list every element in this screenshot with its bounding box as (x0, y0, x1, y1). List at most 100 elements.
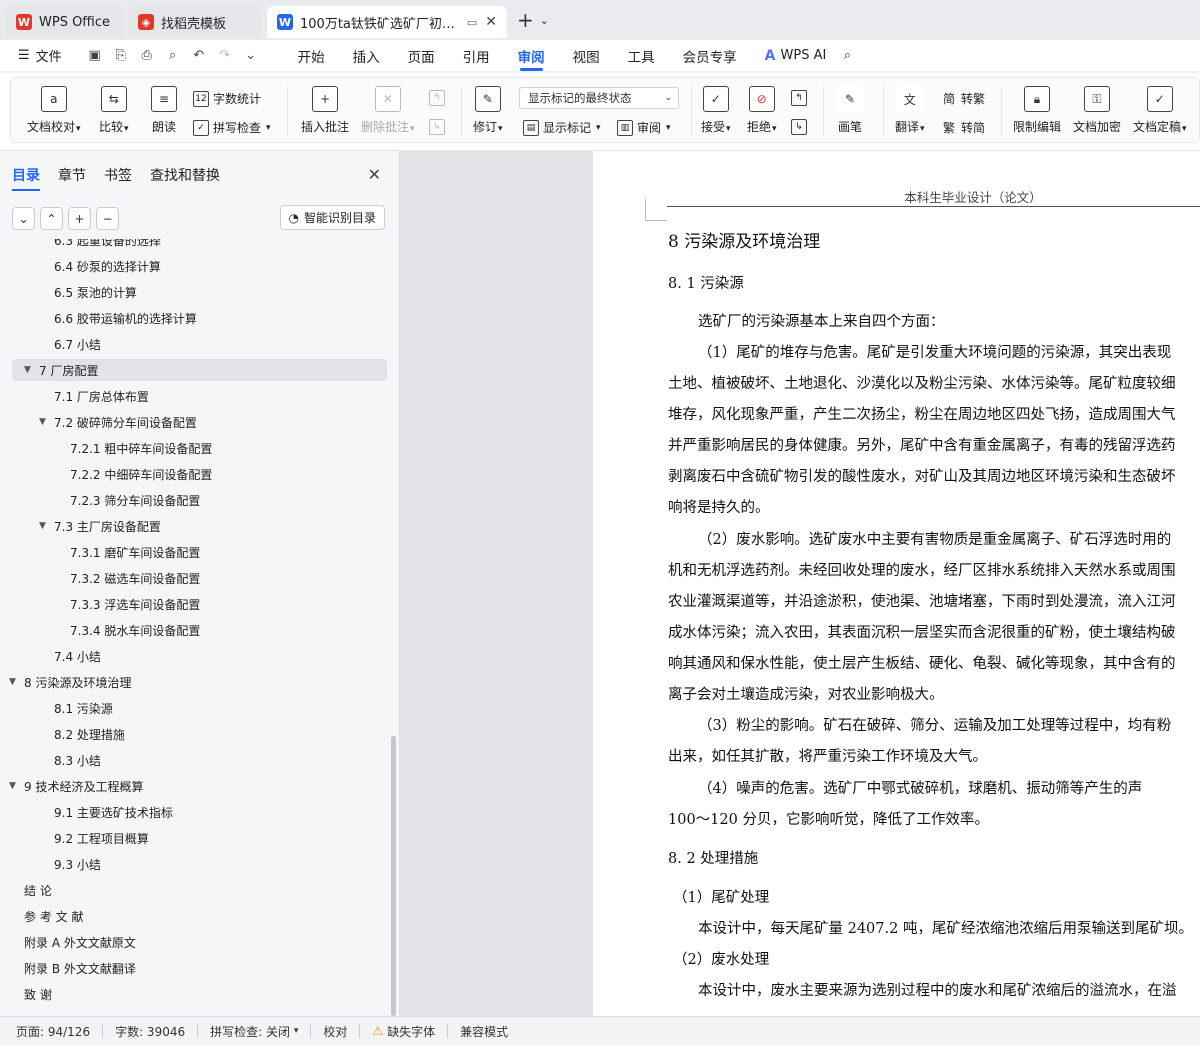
expand-triangle-icon[interactable]: ▼ (9, 677, 18, 687)
toc-item[interactable]: 8.3 小结 (0, 749, 101, 771)
smart-toc-button[interactable]: ◔ 智能识别目录 (279, 205, 385, 230)
restrict-edit-button[interactable]: 🔒︎ 限制编辑 (1013, 86, 1061, 135)
wps-ai-button[interactable]: A WPS AI (765, 48, 827, 64)
toc-item[interactable]: 8.1 污染源 (0, 697, 113, 719)
toc-item[interactable]: 9.1 主要选矿技术指标 (0, 801, 173, 823)
remove-heading-icon[interactable]: − (96, 207, 119, 230)
toc-item[interactable]: 7.3.4 脱水车间设备配置 (0, 619, 200, 641)
save-icon[interactable]: ▣ (82, 45, 108, 67)
toc-item[interactable]: 7.3.3 浮选车间设备配置 (0, 593, 200, 615)
nav-tab-find-replace[interactable]: 查找和替换 (150, 165, 220, 191)
file-menu[interactable]: ☰ 文件 (18, 46, 62, 65)
delete-comment-button[interactable]: ✕ 删除批注▾ (361, 86, 415, 135)
insert-comment-button[interactable]: + 插入批注 (301, 86, 349, 135)
print-preview-icon[interactable]: ⌕ (160, 45, 186, 67)
toc-item[interactable]: 附录 A 外文文献原文 (0, 931, 136, 953)
toc-item[interactable]: 致 谢 (0, 983, 52, 1005)
close-tab-icon[interactable]: ✕ (485, 14, 497, 30)
toc-item[interactable]: 6.7 小结 (0, 333, 101, 355)
menu-insert[interactable]: 插入 (353, 40, 380, 72)
translate-button[interactable]: 文 翻译▾ (895, 86, 925, 135)
toc-item[interactable]: ▼ 7.3 主厂房设备配置 (0, 515, 161, 537)
toc-item[interactable]: 6.3 起重设备的选择 (0, 239, 161, 251)
next-comment-icon[interactable]: ↳ (429, 119, 445, 135)
toc-item[interactable]: 9.3 小结 (0, 853, 101, 875)
menu-tools[interactable]: 工具 (628, 40, 655, 72)
review-pane-button[interactable]: ▥ 审阅 ▾ (617, 119, 671, 136)
toc-item[interactable]: 7.2.1 粗中碎车间设备配置 (0, 437, 212, 459)
toc-item[interactable]: ▼ 8 污染源及环境治理 (0, 671, 131, 693)
share-icon[interactable]: ⎘ (108, 45, 134, 67)
show-markup-button[interactable]: ▤ 显示标记 ▾ (523, 119, 601, 136)
menu-review[interactable]: 审阅 (518, 40, 545, 72)
redo-icon[interactable]: ↷ (212, 45, 238, 67)
print-icon[interactable]: ⎙ (134, 45, 160, 67)
accept-button[interactable]: ✓ 接受▾ (701, 86, 731, 135)
toc-item[interactable]: 6.4 砂泵的选择计算 (0, 255, 161, 277)
reject-button[interactable]: ⊘ 拒绝▾ (747, 86, 777, 135)
tab-document[interactable]: W 100万ta钛铁矿选矿厂初步设计 ▭ ✕ (267, 6, 507, 38)
expand-triangle-icon[interactable]: ▼ (39, 417, 48, 427)
doc-check-button[interactable]: a 文档校对▾ (27, 86, 81, 135)
toc-item[interactable]: ▼ 7.2 破碎筛分车间设备配置 (0, 411, 197, 433)
track-changes-button[interactable]: ✎ 修订▾ (473, 86, 503, 135)
tab-wps-office[interactable]: W WPS Office (6, 6, 124, 38)
menu-member[interactable]: 会员专享 (683, 40, 737, 72)
to-traditional-button[interactable]: 简 转繁 (941, 90, 985, 107)
prev-comment-icon[interactable]: ↰ (429, 90, 445, 106)
toc-item[interactable]: 8.2 处理措施 (0, 723, 125, 745)
spell-check-button[interactable]: ✓ 拼写检查 ▾ (193, 119, 271, 136)
toc-item[interactable]: 7.4 小结 (0, 645, 101, 667)
next-change-icon[interactable]: ↳ (791, 119, 807, 135)
toc-scrollbar[interactable] (391, 736, 396, 1016)
toc-item[interactable]: ▼ 7 厂房配置 (12, 359, 387, 381)
add-heading-icon[interactable]: + (68, 207, 91, 230)
chevron-down-icon[interactable]: ⌄ (540, 14, 549, 27)
menu-reference[interactable]: 引用 (463, 40, 490, 72)
toc-item[interactable]: 参 考 文 献 (0, 905, 83, 927)
toc-item[interactable]: 6.6 胶带运输机的选择计算 (0, 307, 197, 329)
toc-item[interactable]: 7.2.2 中细碎车间设备配置 (0, 463, 212, 485)
menu-home[interactable]: 开始 (298, 40, 325, 72)
prev-change-icon[interactable]: ↰ (791, 90, 807, 106)
document-page[interactable]: 本科生毕业设计（论文） 8 污染源及环境治理 8. 1 污染源 选矿厂的污染源基本上… (593, 151, 1200, 1016)
new-tab-button[interactable]: + ⌄ (517, 8, 549, 32)
markup-state-select[interactable]: 显示标记的最终状态 ⌄ (519, 87, 679, 109)
compare-button[interactable]: ⇆ 比较▾ (99, 86, 129, 135)
toc-item[interactable]: 7.2.3 筛分车间设备配置 (0, 489, 200, 511)
missing-font-indicator[interactable]: ⚠ 缺失字体 (372, 1023, 435, 1040)
undo-icon[interactable]: ↶ (186, 45, 212, 67)
word-count-button[interactable]: 12 字数统计 (193, 90, 261, 107)
close-pane-icon[interactable]: ✕ (368, 165, 381, 184)
toc-item[interactable]: 附录 B 外文文献翻译 (0, 957, 136, 979)
nav-tab-sections[interactable]: 章节 (58, 165, 86, 191)
doc-encrypt-button[interactable]: ⚿ 文档加密 (1073, 86, 1121, 135)
spell-check-status[interactable]: 拼写检查: 关闭 ▾ (210, 1023, 298, 1040)
nav-tab-toc[interactable]: 目录 (12, 165, 40, 191)
pen-button[interactable]: ✎ 画笔 (837, 86, 863, 135)
doc-finalize-button[interactable]: ✓ 文档定稿▾ (1133, 86, 1187, 135)
toc-item[interactable]: 7.1 厂房总体布置 (0, 385, 149, 407)
more-chevron-icon[interactable]: ⌄ (238, 45, 264, 67)
search-icon[interactable]: ⌕ (834, 45, 860, 67)
toc-item[interactable]: 9.2 工程项目概算 (0, 827, 149, 849)
nav-tab-bookmarks[interactable]: 书签 (104, 165, 132, 191)
word-count-indicator[interactable]: 字数: 39046 (115, 1023, 185, 1040)
toc-item[interactable]: 6.5 泵池的计算 (0, 281, 137, 303)
menu-page[interactable]: 页面 (408, 40, 435, 72)
tab-docer-templates[interactable]: ◈ 找稻壳模板 (128, 6, 261, 38)
proof-indicator[interactable]: 校对 (323, 1023, 347, 1040)
toc-item[interactable]: ▼ 9 技术经济及工程概算 (0, 775, 143, 797)
expand-triangle-icon[interactable]: ▼ (9, 781, 18, 791)
collapse-up-icon[interactable]: ⌃ (40, 207, 63, 230)
to-simplified-button[interactable]: 繁 转简 (941, 119, 985, 136)
expand-triangle-icon[interactable]: ▼ (24, 365, 33, 375)
expand-triangle-icon[interactable]: ▼ (39, 521, 48, 531)
toc-item[interactable]: 7.3.2 磁选车间设备配置 (0, 567, 200, 589)
toc-item[interactable]: 结 论 (0, 879, 52, 901)
read-aloud-button[interactable]: ≡ 朗读 (151, 86, 177, 135)
page-indicator[interactable]: 页面: 94/126 (16, 1023, 90, 1040)
menu-view[interactable]: 视图 (573, 40, 600, 72)
toc-item[interactable]: 7.3.1 磨矿车间设备配置 (0, 541, 200, 563)
expand-down-icon[interactable]: ⌄ (12, 207, 35, 230)
